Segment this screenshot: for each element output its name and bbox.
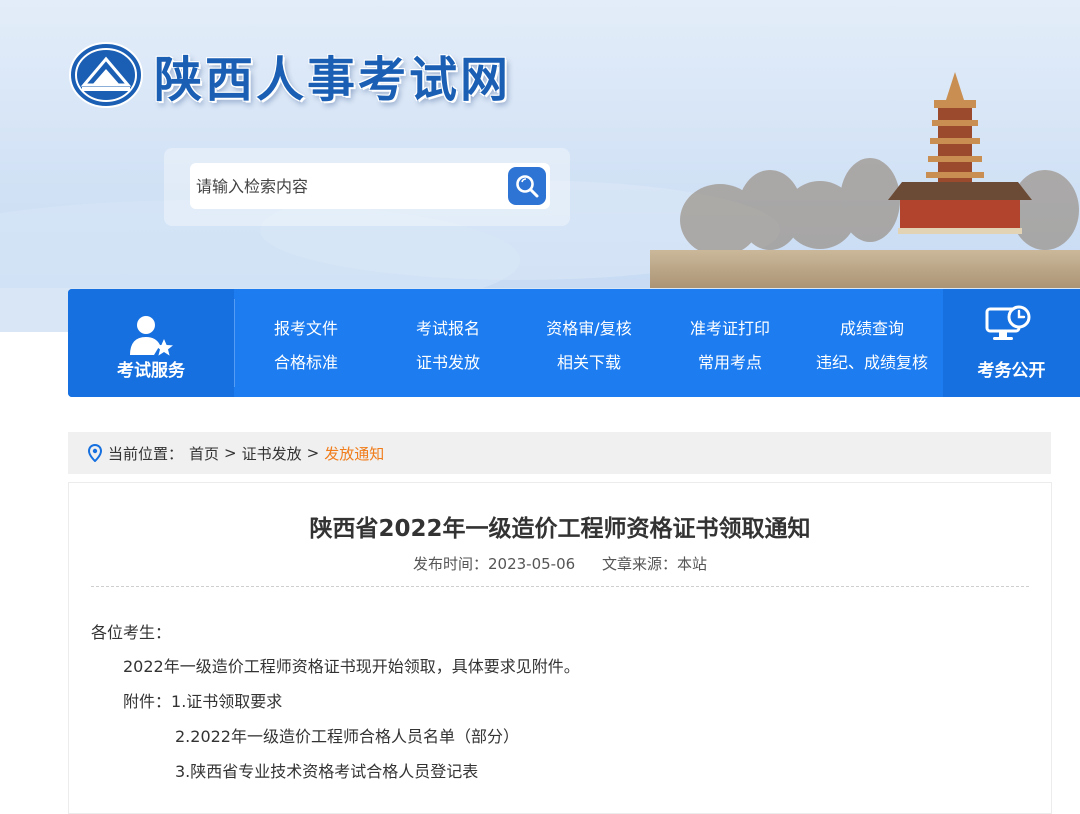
attachments-label: 附件： bbox=[123, 692, 172, 711]
article-title: 陕西省2022年一级造价工程师资格证书领取通知 bbox=[309, 516, 811, 542]
article: 陕西省2022年一级造价工程师资格证书领取通知 发布时间：2023-05-06 … bbox=[68, 482, 1052, 814]
article-source: 文章来源：本站 bbox=[601, 555, 707, 573]
public-affairs-block[interactable]: 考务公开 bbox=[943, 289, 1080, 397]
attachment-link[interactable]: 3.陕西省专业技术资格考试合格人员登记表 bbox=[175, 758, 478, 782]
divider bbox=[91, 586, 1029, 587]
breadcrumb-certificate[interactable]: 证书发放 bbox=[242, 443, 302, 464]
attachments-row: 附件：1.证书领取要求 bbox=[123, 688, 282, 712]
public-affairs-label: 考务公开 bbox=[977, 361, 1046, 381]
nav-item-qualification-review[interactable]: 资格审/复核 bbox=[519, 315, 659, 339]
emblem-icon bbox=[69, 42, 143, 108]
attachment-link[interactable]: 1.证书领取要求 bbox=[171, 692, 282, 711]
attachment-link[interactable]: 2.2022年一级造价工程师合格人员名单（部分） bbox=[175, 723, 519, 747]
breadcrumb-home[interactable]: 首页 bbox=[189, 443, 219, 464]
nav-item-exam-sites[interactable]: 常用考点 bbox=[660, 349, 800, 373]
nav-divider bbox=[234, 299, 235, 387]
nav-item-admission-ticket[interactable]: 准考证打印 bbox=[660, 315, 800, 339]
nav-item-passing-standard[interactable]: 合格标准 bbox=[236, 349, 376, 373]
nav-item-certificate-issuance[interactable]: 证书发放 bbox=[378, 349, 518, 373]
breadcrumb-prefix: 当前位置： bbox=[108, 444, 184, 463]
site-name: 陕西人事考试网 bbox=[154, 52, 512, 108]
site-logo[interactable]: 陕西人事考试网 bbox=[68, 40, 511, 110]
breadcrumb-current: 发放通知 bbox=[324, 444, 385, 463]
main-navigation: 考试服务 报考文件 考试报名 资格审/复核 准考证打印 成绩查询 合格标准 证书… bbox=[68, 289, 1080, 397]
nav-item-downloads[interactable]: 相关下载 bbox=[519, 349, 659, 373]
exam-service-label: 考试服务 bbox=[117, 361, 185, 381]
nav-item-score-query[interactable]: 成绩查询 bbox=[802, 315, 942, 339]
nav-item-violation-review[interactable]: 违纪、成绩复核 bbox=[802, 349, 942, 373]
exam-service-block[interactable]: 考试服务 bbox=[68, 289, 234, 397]
location-pin-icon bbox=[88, 444, 102, 462]
search-bar bbox=[190, 163, 550, 209]
publish-date: 发布时间：2023-05-06 bbox=[413, 555, 576, 573]
search-button[interactable] bbox=[508, 167, 546, 205]
article-body: 2022年一级造价工程师资格证书现开始领取，具体要求见附件。 bbox=[123, 657, 580, 676]
nav-item-exam-documents[interactable]: 报考文件 bbox=[236, 315, 376, 339]
user-star-icon bbox=[130, 316, 173, 356]
search-input[interactable] bbox=[190, 163, 506, 209]
breadcrumb-separator: > bbox=[224, 444, 237, 462]
breadcrumb: 当前位置： 首页 > 证书发放 > 发放通知 bbox=[68, 432, 1051, 474]
breadcrumb-separator: > bbox=[306, 444, 320, 462]
search-icon bbox=[516, 175, 539, 198]
greeting: 各位考生： bbox=[91, 623, 172, 642]
nav-item-exam-registration[interactable]: 考试报名 bbox=[378, 315, 518, 339]
article-meta: 发布时间：2023-05-06 文章来源：本站 bbox=[69, 553, 1051, 574]
monitor-clock-icon bbox=[985, 305, 1031, 340]
